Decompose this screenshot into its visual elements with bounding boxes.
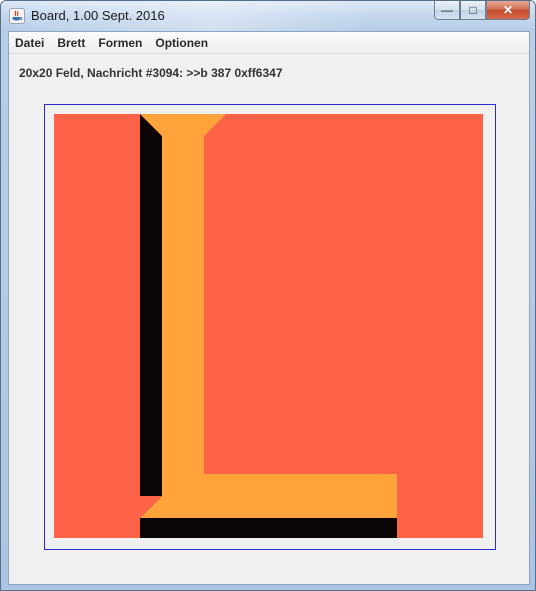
menu-datei[interactable]: Datei: [15, 36, 44, 50]
status-message: 20x20 Feld, Nachricht #3094: >>b 387 0xf…: [19, 66, 283, 80]
close-icon: ✕: [502, 3, 514, 17]
title-bar[interactable]: Board, 1.00 Sept. 2016 — □ ✕: [1, 1, 535, 31]
client-area: Datei Brett Formen Optionen 20x20 Feld, …: [8, 31, 530, 585]
menu-formen[interactable]: Formen: [98, 36, 142, 50]
menu-bar: Datei Brett Formen Optionen: [9, 32, 529, 54]
maximize-icon: □: [469, 3, 477, 17]
application-window: Board, 1.00 Sept. 2016 — □ ✕ Datei Brett…: [0, 0, 536, 591]
caption-buttons: — □ ✕: [434, 1, 530, 21]
minimize-button[interactable]: —: [434, 1, 460, 20]
menu-brett[interactable]: Brett: [57, 36, 85, 50]
window-title: Board, 1.00 Sept. 2016: [31, 8, 165, 23]
maximize-button[interactable]: □: [460, 1, 486, 20]
game-board[interactable]: [54, 114, 483, 538]
minimize-icon: —: [441, 3, 453, 17]
java-coffee-icon[interactable]: [9, 8, 25, 24]
close-button[interactable]: ✕: [486, 1, 530, 20]
board-frame: [44, 104, 496, 550]
menu-optionen[interactable]: Optionen: [155, 36, 208, 50]
